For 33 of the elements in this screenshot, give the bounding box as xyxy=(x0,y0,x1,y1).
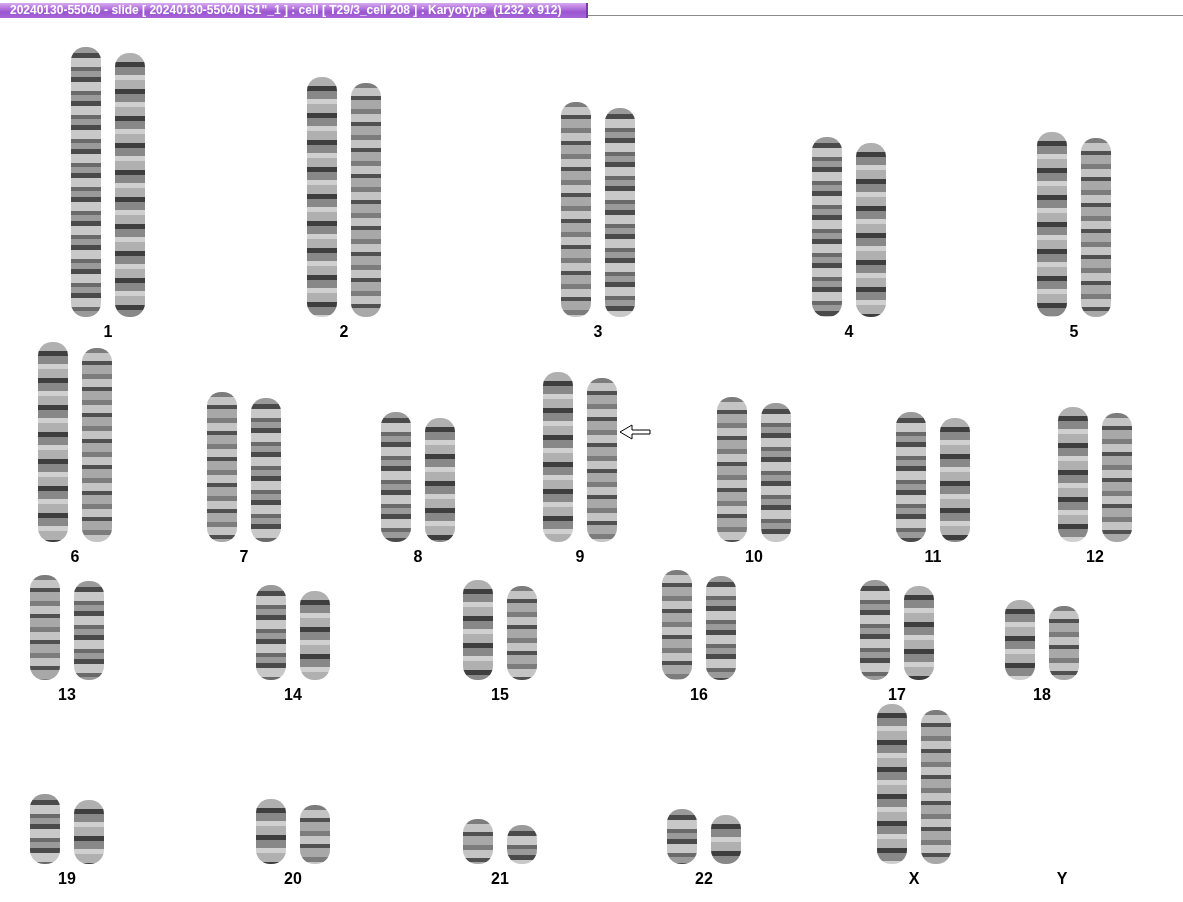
chromosome-label: 3 xyxy=(593,323,603,341)
chromosome-drawing xyxy=(256,799,286,864)
chromosome-label: 9 xyxy=(575,548,585,566)
chromosome-label: 4 xyxy=(844,323,854,341)
chromosome-label: 13 xyxy=(58,686,76,704)
chromosome-label: 2 xyxy=(339,323,349,341)
chromosome-label: 19 xyxy=(58,870,76,888)
chromosome-label: 6 xyxy=(70,548,80,566)
chromosome-label: 18 xyxy=(1033,686,1051,704)
chromosome-label: 5 xyxy=(1069,323,1079,341)
chromosome-label: 8 xyxy=(413,548,423,566)
chromosome-label: Y xyxy=(1056,870,1068,888)
chromosome-label: 21 xyxy=(491,870,509,888)
chromosome-label: 11 xyxy=(924,548,942,566)
chromosome-label: 16 xyxy=(690,686,708,704)
chromosome-label: 17 xyxy=(888,686,906,704)
chromosome-label: 20 xyxy=(284,870,302,888)
chromosome-drawing xyxy=(463,819,493,864)
chromosome-drawing xyxy=(667,809,697,864)
chromosome-label: 14 xyxy=(284,686,302,704)
window-title: 20240130-55040 - slide [ 20240130-55040 IS1"_1 ] : cell [ T29/3_cell 208 ] : Karyotype (1232 x 912) xyxy=(0,3,588,18)
chromosome-label: 15 xyxy=(491,686,509,704)
chromosome-label: X xyxy=(908,870,920,888)
chromosome-label: 22 xyxy=(695,870,713,888)
chromosome-label: 10 xyxy=(745,548,763,566)
chromosome-drawing xyxy=(711,815,741,864)
chromosome-drawing xyxy=(30,794,60,864)
chromosome-drawing xyxy=(74,800,104,864)
chromosome-drawing xyxy=(507,825,537,864)
chromosome-drawing xyxy=(300,805,330,864)
chromosome-label: 1 xyxy=(103,323,113,341)
chromosome-label: 7 xyxy=(239,548,249,566)
chromosome-label: 12 xyxy=(1086,548,1104,566)
